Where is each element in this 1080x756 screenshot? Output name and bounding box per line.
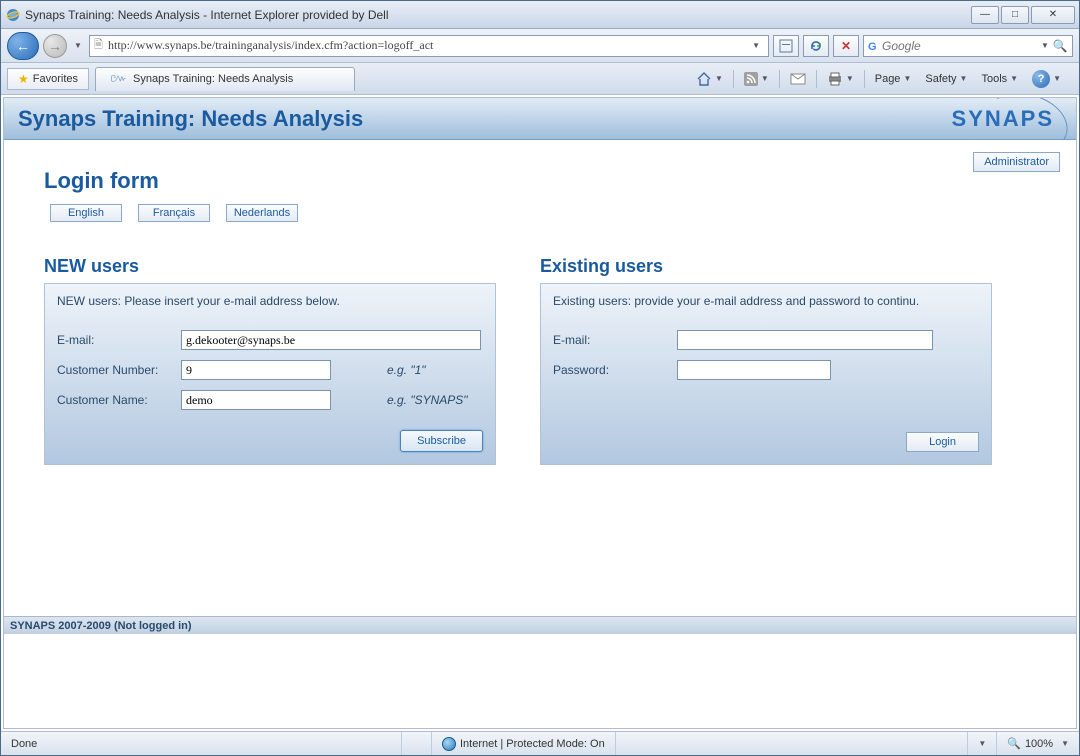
mail-button[interactable] [784,68,812,90]
feeds-button[interactable]: ▼ [738,68,775,90]
stop-button[interactable]: ✕ [833,35,859,57]
page-icon: 🗎 [94,36,108,55]
printer-icon [827,72,843,86]
lang-english[interactable]: English [50,204,122,222]
rss-icon [744,72,758,86]
back-button[interactable]: ← [7,32,39,60]
page-viewport: Synaps Training: Needs Analysis SYNAPS A… [3,97,1077,729]
globe-icon [442,737,456,751]
page-body: Administrator Login form English Françai… [4,140,1076,616]
star-icon: ★ [18,72,29,86]
login-form-title: Login form [44,168,1036,194]
customer-number-input[interactable] [181,360,331,380]
page-footer-strip: SYNAPS 2007-2009 (Not logged in) [4,616,1076,634]
page-title: Synaps Training: Needs Analysis [18,106,363,132]
existing-users-heading: Existing users [540,256,992,277]
tab-bar: ★ Favorites ៚ Synaps Training: Needs Ana… [1,63,1079,95]
password-label: Password: [553,363,677,377]
zoom-icon: 🔍 [1007,737,1021,750]
nav-history-dropdown[interactable]: ▼ [71,34,85,58]
close-button[interactable]: ✕ [1031,6,1075,24]
search-go-icon[interactable]: 🔍 [1051,39,1070,53]
url-dropdown[interactable]: ▼ [748,41,764,50]
window-title: Synaps Training: Needs Analysis - Intern… [25,8,971,22]
language-row: English Français Nederlands [50,204,1036,222]
new-users-column: NEW users NEW users: Please insert your … [44,256,496,465]
status-popup[interactable]: ▼ [967,732,996,755]
compat-view-button[interactable] [773,35,799,57]
favorites-label: Favorites [33,73,78,85]
page-menu[interactable]: Page▼ [869,68,918,90]
password-input[interactable] [677,360,831,380]
subscribe-button[interactable]: Subscribe [400,430,483,452]
window-titlebar: Synaps Training: Needs Analysis - Intern… [1,1,1079,29]
command-bar: ▼ ▼ ▼ Page▼ Safety▼ Tools▼ ?▼ [690,68,1073,90]
zoom-level: 100% [1025,738,1053,750]
tab-active[interactable]: ៚ Synaps Training: Needs Analysis [95,67,355,91]
custnum-example: e.g. "1" [387,363,426,377]
new-users-panel: NEW users: Please insert your e-mail add… [44,283,496,465]
browser-window: Synaps Training: Needs Analysis - Intern… [0,0,1080,756]
page-header: Synaps Training: Needs Analysis SYNAPS [4,98,1076,140]
address-bar[interactable]: 🗎 ▼ [89,35,769,57]
security-zone[interactable]: Internet | Protected Mode: On [431,732,615,755]
footer-text: SYNAPS 2007-2009 (Not logged in) [10,620,192,632]
home-button[interactable]: ▼ [690,68,729,90]
safety-menu[interactable]: Safety▼ [919,68,973,90]
new-users-hint: NEW users: Please insert your e-mail add… [57,294,483,308]
ie-icon [5,7,21,23]
window-controls: — □ ✕ [971,6,1075,24]
custname-example: e.g. "SYNAPS" [387,393,468,407]
new-email-input[interactable] [181,330,481,350]
brand-logo: SYNAPS [952,106,1062,132]
search-input[interactable] [882,39,1039,53]
tools-menu[interactable]: Tools▼ [975,68,1024,90]
status-bar: Done Internet | Protected Mode: On ▼ 🔍 1… [1,731,1079,755]
search-dropdown[interactable]: ▼ [1039,41,1051,50]
administrator-button[interactable]: Administrator [973,152,1060,172]
new-email-label: E-mail: [57,333,181,347]
new-users-heading: NEW users [44,256,496,277]
lang-francais[interactable]: Français [138,204,210,222]
mail-icon [790,73,806,85]
existing-users-column: Existing users Existing users: provide y… [540,256,992,465]
customer-name-label: Customer Name: [57,393,181,407]
maximize-button[interactable]: □ [1001,6,1029,24]
tab-title: Synaps Training: Needs Analysis [133,73,293,85]
status-pad2 [615,732,968,755]
forward-button[interactable]: → [43,34,67,58]
google-icon: G [868,39,882,53]
svg-text:G: G [868,41,877,53]
status-pad1 [401,732,431,755]
nav-toolbar: ← → ▼ 🗎 ▼ ✕ G ▼ 🔍 [1,29,1079,63]
zoom-control[interactable]: 🔍 100% ▼ [996,732,1079,755]
lang-nederlands[interactable]: Nederlands [226,204,298,222]
home-icon [696,72,712,86]
status-left: Done [1,732,401,755]
existing-email-input[interactable] [677,330,933,350]
existing-users-hint: Existing users: provide your e-mail addr… [553,294,979,308]
customer-name-input[interactable] [181,390,331,410]
tab-swirl-icon: ៚ [110,70,127,88]
favorites-button[interactable]: ★ Favorites [7,68,89,90]
search-box[interactable]: G ▼ 🔍 [863,35,1073,57]
minimize-button[interactable]: — [971,6,999,24]
existing-users-panel: Existing users: provide your e-mail addr… [540,283,992,465]
login-button[interactable]: Login [906,432,979,452]
help-icon: ? [1032,70,1050,88]
refresh-button[interactable] [803,35,829,57]
existing-email-label: E-mail: [553,333,677,347]
customer-number-label: Customer Number: [57,363,181,377]
url-input[interactable] [108,38,748,53]
whitespace [4,634,1076,728]
help-button[interactable]: ?▼ [1026,68,1067,90]
print-button[interactable]: ▼ [821,68,860,90]
